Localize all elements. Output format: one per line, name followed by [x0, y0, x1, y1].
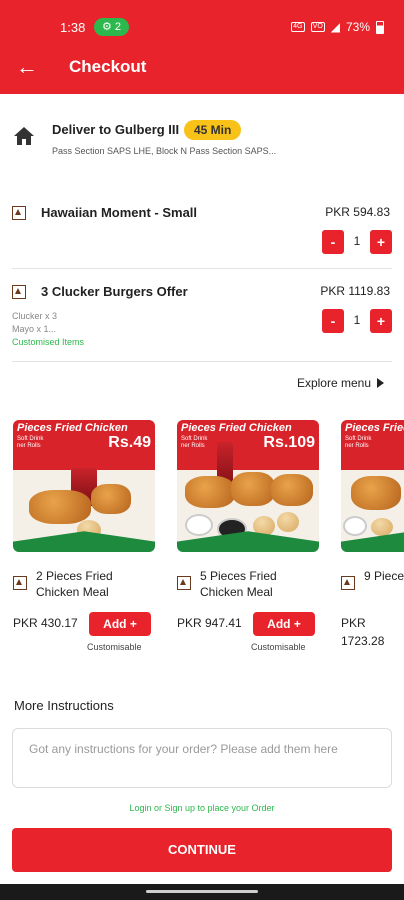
card-price: PKR 1723.28 [341, 616, 385, 648]
food-type-icon [13, 576, 27, 590]
cart-item-price: PKR 594.83 [325, 205, 390, 219]
quantity-stepper: - 1 + [322, 230, 392, 254]
recommendation-card[interactable]: Pieces Fried Chicken Soft Drink ner Roll… [13, 420, 155, 660]
chicken-image [351, 476, 401, 510]
card-product-name: 2 Pieces Fried Chicken Meal [36, 569, 113, 599]
food-type-icon [177, 576, 191, 590]
cart-item-detail: Mayo x 1... [12, 324, 57, 334]
increase-button[interactable]: + [370, 309, 392, 333]
bun-image [371, 518, 393, 536]
home-icon [14, 127, 34, 145]
chicken-image [185, 476, 235, 508]
card-price: PKR 430.17 [13, 616, 78, 630]
banner-title: Pieces Fried Chicken [17, 422, 128, 434]
add-button[interactable]: Add + [253, 612, 315, 636]
recommendation-card[interactable]: Pieces Fried Chicken Soft Drink ner Roll… [341, 420, 404, 660]
product-image: Pieces Fried Chicken Soft Drink ner Roll… [177, 420, 319, 552]
banner-title: Pieces Fried Chicken [181, 422, 292, 434]
continue-button[interactable]: CONTINUE [12, 828, 392, 872]
cart-item-detail: Clucker x 3 [12, 311, 58, 321]
cart-item-name: 3 Clucker Burgers Offer [41, 284, 188, 299]
signal-icon: ◢ [330, 20, 340, 34]
delivery-title: Deliver to Gulberg III [52, 122, 180, 137]
eta-badge: 45 Min [184, 120, 242, 140]
status-icons: 4G VO ◢ 73% [290, 20, 384, 34]
cart-item-name: Hawaiian Moment - Small [41, 205, 198, 220]
chicken-image [29, 490, 91, 524]
cart-item: Hawaiian Moment - Small PKR 594.83 - 1 + [12, 204, 392, 260]
banner-price: Rs.49 [108, 434, 151, 451]
banner-subtitle: Soft Drink ner Rolls [181, 436, 208, 449]
arrow-left-icon[interactable]: ← [14, 54, 40, 80]
quantity-value: 1 [353, 313, 361, 327]
divider [12, 268, 392, 269]
banner-subtitle: Soft Drink ner Rolls [17, 436, 44, 449]
instructions-input[interactable] [12, 728, 392, 788]
customisable-label: Customisable [251, 642, 306, 652]
card-product-name: 5 Pieces Fried Chicken Meal [200, 569, 277, 599]
explore-menu-link[interactable]: Explore menu [297, 376, 384, 390]
food-type-icon [341, 576, 355, 590]
customised-label[interactable]: Customised Items [12, 337, 84, 347]
system-nav-bar [0, 884, 404, 900]
product-image: Pieces Fried Chicken Soft Drink ner Roll… [341, 420, 404, 552]
increase-button[interactable]: + [370, 230, 392, 254]
dip-image [343, 516, 367, 536]
instructions-title: More Instructions [14, 698, 114, 713]
dip-image [185, 514, 213, 536]
add-button[interactable]: Add + [89, 612, 151, 636]
delivery-info[interactable]: Deliver to Gulberg III 45 Min Pass Secti… [0, 118, 404, 164]
banner-title: Pieces Fried Chicken [345, 422, 404, 434]
delivery-address: Pass Section SAPS LHE, Block N Pass Sect… [52, 146, 277, 156]
chicken-image [91, 484, 131, 514]
card-price: PKR 947.41 [177, 616, 242, 630]
food-type-icon [12, 285, 26, 299]
status-bar: 1:38 ⚙ 2 4G VO ◢ 73% [0, 0, 404, 44]
chicken-image [271, 474, 313, 506]
explore-menu-label: Explore menu [296, 376, 371, 390]
decrease-button[interactable]: - [322, 230, 344, 254]
bun-image [277, 512, 299, 532]
login-hint[interactable]: Login or Sign up to place your Order [0, 803, 404, 813]
quantity-value: 1 [353, 234, 361, 248]
food-type-icon [12, 206, 26, 220]
home-gesture-handle[interactable] [146, 890, 258, 893]
battery-icon [376, 20, 384, 34]
card-product-name: 9 Pieces Fried Chicken [364, 569, 404, 583]
app-bar: ← Checkout [0, 44, 404, 94]
product-image: Pieces Fried Chicken Soft Drink ner Roll… [13, 420, 155, 552]
battery-percent: 73% [345, 20, 370, 34]
notification-badge: ⚙ 2 [94, 18, 130, 36]
recommendation-card[interactable]: Pieces Fried Chicken Soft Drink ner Roll… [177, 420, 319, 660]
cart-item-price: PKR 1119.83 [320, 284, 390, 298]
page-title: Checkout [69, 57, 147, 76]
play-icon [377, 378, 384, 388]
cart-item: 3 Clucker Burgers Offer PKR 1119.83 Cluc… [12, 283, 392, 349]
banner-subtitle: Soft Drink ner Rolls [345, 436, 372, 449]
chicken-image [231, 472, 275, 506]
wifi-calling-icon: 4G [290, 22, 305, 32]
status-time: 1:38 [60, 20, 86, 35]
customisable-label: Customisable [87, 642, 142, 652]
divider [12, 361, 392, 362]
decrease-button[interactable]: - [322, 309, 344, 333]
volte-icon: VO [310, 22, 325, 32]
banner-price: Rs.109 [263, 434, 315, 451]
notification-count: 2 [114, 21, 122, 33]
quantity-stepper: - 1 + [322, 309, 392, 333]
